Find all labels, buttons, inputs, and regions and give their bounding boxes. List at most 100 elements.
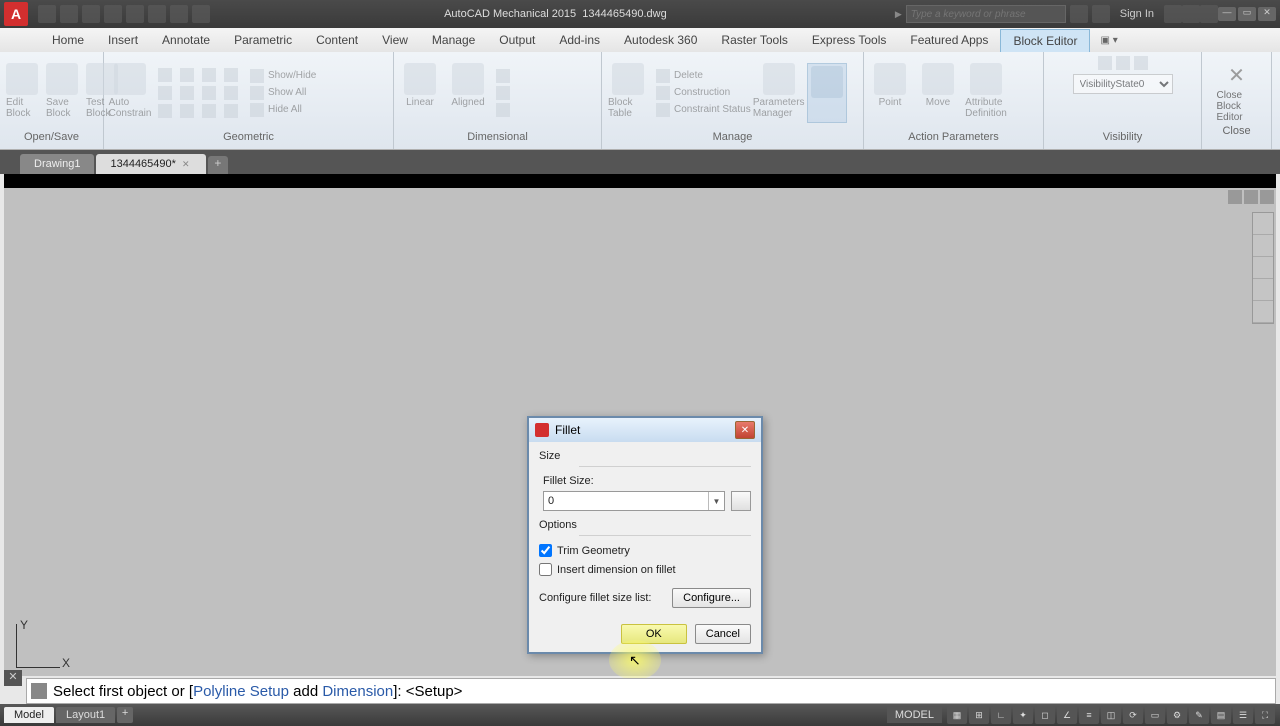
osnap-toggle-icon[interactable]: ◻ — [1035, 706, 1055, 724]
units-icon[interactable]: ✎ — [1189, 706, 1209, 724]
constraint-icon[interactable] — [202, 68, 216, 82]
polar-toggle-icon[interactable]: ✦ — [1013, 706, 1033, 724]
tab-addins[interactable]: Add-ins — [547, 29, 612, 51]
insert-dimension-checkbox[interactable] — [539, 563, 552, 576]
user-icon[interactable] — [1092, 5, 1110, 23]
quickprops-icon[interactable]: ▤ — [1211, 706, 1231, 724]
customize-icon[interactable]: ☰ — [1233, 706, 1253, 724]
tab-add-button[interactable]: + — [208, 156, 228, 174]
ribbon-minimize-icon[interactable]: ▣ ▾ — [1100, 35, 1117, 46]
chevron-down-icon[interactable]: ▼ — [708, 492, 724, 510]
close-viewport-icon[interactable] — [1260, 190, 1274, 204]
trim-geometry-checkbox[interactable] — [539, 544, 552, 557]
constraint-icon[interactable] — [202, 86, 216, 100]
qat-redo-icon[interactable] — [170, 5, 188, 23]
maximize-viewport-icon[interactable] — [1244, 190, 1258, 204]
constraint-icon[interactable] — [224, 68, 238, 82]
delete-button[interactable]: Delete — [656, 69, 751, 83]
constraint-icon[interactable] — [180, 68, 194, 82]
block-table-button[interactable]: Block Table — [608, 63, 648, 123]
add-layout-button[interactable]: + — [117, 707, 133, 723]
tab-featured[interactable]: Featured Apps — [898, 29, 1000, 51]
hide-all-button[interactable]: Hide All — [250, 103, 316, 117]
nav-wheel-icon[interactable] — [1253, 213, 1273, 235]
qat-save-icon[interactable] — [82, 5, 100, 23]
dim-icon[interactable] — [496, 69, 510, 83]
nav-zoom-icon[interactable] — [1253, 257, 1273, 279]
layout1-tab[interactable]: Layout1 — [56, 707, 115, 723]
snap-toggle-icon[interactable]: ⊞ — [969, 706, 989, 724]
vis-icon[interactable] — [1098, 56, 1112, 70]
constraint-icon[interactable] — [180, 104, 194, 118]
cmdline-close-icon[interactable]: ✕ — [4, 670, 22, 686]
fullscreen-icon[interactable]: ⛶ — [1255, 706, 1275, 724]
constraint-icon[interactable] — [158, 86, 172, 100]
constraint-icon[interactable] — [202, 104, 216, 118]
qat-undo-icon[interactable] — [148, 5, 166, 23]
drawing-canvas[interactable]: Y X Fillet ✕ Size Fillet Size: 0 ▼ Optio… — [4, 174, 1276, 676]
model-badge[interactable]: MODEL — [887, 707, 942, 723]
constraint-icon[interactable] — [158, 68, 172, 82]
close-block-editor-button[interactable]: ✕Close Block Editor — [1217, 63, 1257, 123]
dialog-close-button[interactable]: ✕ — [735, 421, 755, 439]
model-tab[interactable]: Model — [4, 707, 54, 723]
ortho-toggle-icon[interactable]: ∟ — [991, 706, 1011, 724]
authoring-palettes-button[interactable] — [807, 63, 847, 123]
tab-insert[interactable]: Insert — [96, 29, 150, 51]
minimize-button[interactable]: — — [1218, 7, 1236, 21]
help-icon[interactable] — [1200, 5, 1218, 23]
signin-link[interactable]: Sign In — [1110, 8, 1164, 20]
point-param-button[interactable]: Point — [870, 63, 910, 123]
constraint-icon[interactable] — [224, 86, 238, 100]
search-go-icon[interactable] — [1070, 5, 1088, 23]
qat-plot-icon[interactable] — [126, 5, 144, 23]
annomonitor-icon[interactable]: ⚙ — [1167, 706, 1187, 724]
tab-manage[interactable]: Manage — [420, 29, 487, 51]
qp-icon[interactable]: ▭ — [1145, 706, 1165, 724]
otrack-toggle-icon[interactable]: ∠ — [1057, 706, 1077, 724]
show-all-button[interactable]: Show All — [250, 86, 316, 100]
fillet-size-combo[interactable]: 0 ▼ — [543, 491, 725, 511]
dim-icon[interactable] — [496, 103, 510, 117]
constraint-status-button[interactable]: Constraint Status — [656, 103, 751, 117]
param-manager-button[interactable]: Parameters Manager — [759, 63, 799, 123]
dim-icon[interactable] — [496, 86, 510, 100]
cancel-button[interactable]: Cancel — [695, 624, 751, 644]
nav-showmotion-icon[interactable] — [1253, 301, 1273, 323]
nav-orbit-icon[interactable] — [1253, 279, 1273, 301]
command-line[interactable]: Select first object or [Polyline Setup a… — [26, 678, 1276, 704]
tab-view[interactable]: View — [370, 29, 420, 51]
move-action-button[interactable]: Move — [918, 63, 958, 123]
constraint-icon[interactable] — [158, 104, 172, 118]
qat-saveas-icon[interactable] — [104, 5, 122, 23]
visibility-state-select[interactable]: VisibilityState0 — [1073, 74, 1173, 94]
transparency-icon[interactable]: ◫ — [1101, 706, 1121, 724]
tab-output[interactable]: Output — [487, 29, 547, 51]
edit-block-button[interactable]: Edit Block — [6, 63, 38, 123]
tab-annotate[interactable]: Annotate — [150, 29, 222, 51]
constraint-icon[interactable] — [180, 86, 194, 100]
construction-button[interactable]: Construction — [656, 86, 751, 100]
aligned-dim-button[interactable]: Aligned — [448, 63, 488, 123]
show-hide-button[interactable]: Show/Hide — [250, 69, 316, 83]
attr-def-button[interactable]: Attribute Definition — [966, 63, 1006, 123]
maximize-button[interactable]: ▭ — [1238, 7, 1256, 21]
size-table-button[interactable] — [731, 491, 751, 511]
nav-pan-icon[interactable] — [1253, 235, 1273, 257]
cycling-icon[interactable]: ⟳ — [1123, 706, 1143, 724]
ok-button[interactable]: OK — [621, 624, 687, 644]
save-block-button[interactable]: Save Block — [46, 63, 78, 123]
close-button[interactable]: ✕ — [1258, 7, 1276, 21]
configure-button[interactable]: Configure... — [672, 588, 751, 608]
search-input[interactable] — [906, 5, 1066, 23]
tab-block-editor[interactable]: Block Editor — [1000, 29, 1090, 52]
qat-new-icon[interactable] — [38, 5, 56, 23]
title-arrow-icon[interactable]: ▶ — [895, 9, 902, 20]
minimize-viewport-icon[interactable] — [1228, 190, 1242, 204]
tab-home[interactable]: Home — [40, 29, 96, 51]
tab-autodesk360[interactable]: Autodesk 360 — [612, 29, 709, 51]
constraint-icon[interactable] — [224, 104, 238, 118]
qat-open-icon[interactable] — [60, 5, 78, 23]
qat-more-icon[interactable] — [192, 5, 210, 23]
grid-toggle-icon[interactable]: ▦ — [947, 706, 967, 724]
